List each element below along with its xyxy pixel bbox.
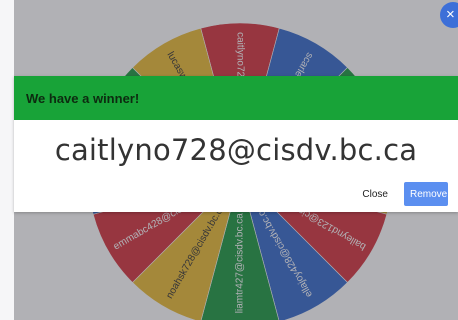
winner-dialog: We have a winner! caitlyno728@cisdv.bc.c… — [14, 76, 458, 212]
close-button[interactable]: Close — [362, 189, 388, 200]
dialog-header: We have a winner! — [14, 76, 458, 120]
remove-button[interactable]: Remove — [404, 182, 448, 206]
dialog-actions: Close Remove — [362, 182, 448, 206]
wheel-page: caitlyno728@cisdv.bc.cascarlet428@cisdv.… — [0, 0, 458, 320]
winner-email: caitlyno728@cisdv.bc.ca — [54, 133, 418, 167]
